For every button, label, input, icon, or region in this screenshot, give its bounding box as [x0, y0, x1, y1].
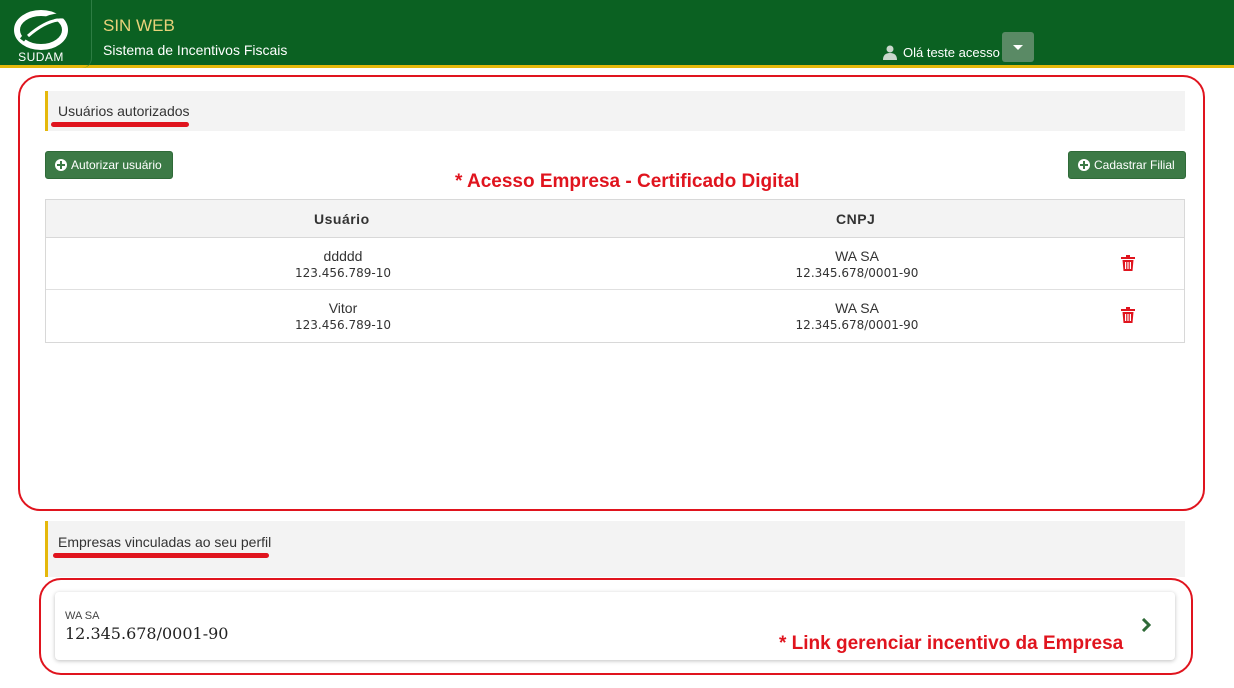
user-greeting: Olá teste acesso	[903, 44, 1000, 60]
annotation-digital-certificate: * Acesso Empresa - Certificado Digital	[455, 171, 800, 192]
section-title: Usuários autorizados	[58, 103, 190, 119]
register-branch-label: Cadastrar Filial	[1094, 158, 1175, 172]
user-cell: Vitor 123.456.789-10	[193, 290, 493, 332]
company-name: WA SA	[835, 300, 879, 316]
annotation-underline	[53, 553, 269, 558]
chevron-down-icon	[1013, 44, 1023, 50]
sudam-logo[interactable]: SUDAM	[0, 0, 92, 68]
annotation-underline	[51, 122, 189, 127]
app-title: SIN WEB	[103, 16, 175, 35]
company-cnpj: 12.345.678/0001-90	[795, 266, 919, 280]
top-navbar: SUDAM SIN WEB Sistema de Incentivos Fisc…	[0, 0, 1234, 68]
user-name: Vitor	[328, 300, 358, 316]
section-title: Empresas vinculadas ao seu perfil	[58, 534, 272, 550]
company-cnpj: 12.345.678/0001-90	[795, 318, 919, 332]
plus-circle-icon	[55, 159, 67, 171]
table-row: ddddd 123.456.789-10 WA SA 12.345.678/00…	[46, 238, 1184, 290]
table-header: Usuário CNPJ	[46, 200, 1184, 238]
company-cnpj: 12.345.678/0001-90	[65, 624, 229, 643]
sudam-logo-mark-icon	[14, 10, 68, 50]
section-header-linked-companies: Empresas vinculadas ao seu perfil	[45, 521, 1185, 577]
chevron-right-icon[interactable]	[1141, 618, 1151, 632]
register-branch-button[interactable]: Cadastrar Filial	[1068, 151, 1186, 179]
user-cpf: 123.456.789-10	[295, 318, 391, 332]
annotation-manage-incentive-link: * Link gerenciar incentivo da Empresa	[779, 633, 1124, 654]
logo-text: SUDAM	[18, 50, 64, 64]
user-menu[interactable]: Olá teste acesso	[882, 44, 1000, 60]
authorize-user-label: Autorizar usuário	[71, 158, 162, 172]
trash-icon[interactable]	[1121, 255, 1135, 271]
column-header-user: Usuário	[314, 211, 370, 227]
authorize-user-button[interactable]: Autorizar usuário	[45, 151, 173, 179]
cnpj-cell: WA SA 12.345.678/0001-90	[707, 290, 1007, 332]
column-header-cnpj: CNPJ	[836, 211, 876, 227]
user-icon	[883, 45, 897, 60]
app-subtitle: Sistema de Incentivos Fiscais	[103, 42, 288, 58]
plus-circle-icon	[1078, 159, 1090, 171]
company-name: WA SA	[835, 248, 879, 264]
user-cell: ddddd 123.456.789-10	[193, 238, 493, 280]
authorized-users-table: Usuário CNPJ ddddd 123.456.789-10 WA SA …	[45, 199, 1185, 343]
company-name: WA SA	[65, 610, 100, 622]
cnpj-cell: WA SA 12.345.678/0001-90	[707, 238, 1007, 280]
user-dropdown-button[interactable]	[1002, 32, 1034, 62]
trash-icon[interactable]	[1121, 307, 1135, 323]
user-cpf: 123.456.789-10	[295, 266, 391, 280]
section-header-authorized-users: Usuários autorizados	[45, 91, 1185, 131]
user-name: ddddd	[323, 248, 363, 264]
table-row: Vitor 123.456.789-10 WA SA 12.345.678/00…	[46, 290, 1184, 342]
